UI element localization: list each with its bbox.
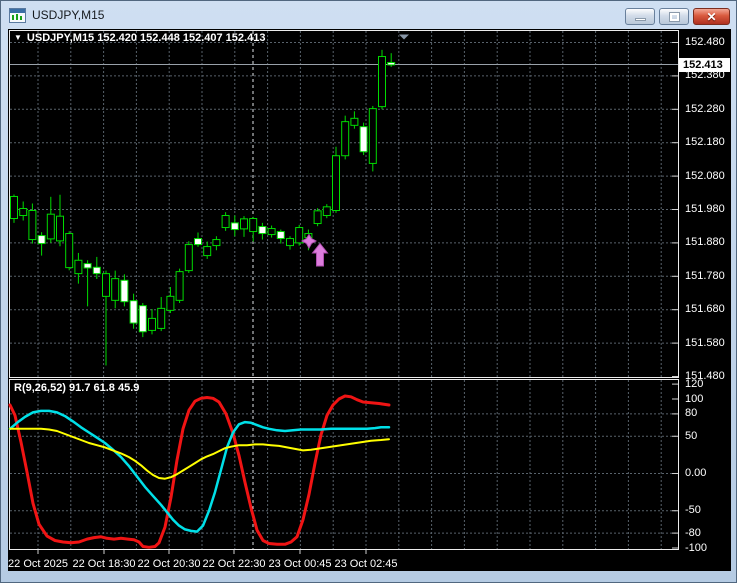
candle-body [258, 226, 267, 235]
close-button[interactable]: ✕ [693, 8, 730, 25]
candle-body [37, 235, 46, 245]
candle-body [267, 228, 276, 236]
buy-arrow-marker[interactable] [311, 242, 329, 267]
indicator-tick-label: 80 [685, 407, 698, 419]
price-tick-label: 151.980 [685, 203, 725, 215]
candle-body [295, 227, 304, 244]
time-tick-label: 22 Oct 2025 [8, 558, 68, 570]
candle-body [138, 305, 147, 333]
candle-body [92, 266, 101, 275]
window-titlebar[interactable]: USDJPY,M15 ✕ [1, 1, 736, 29]
current-price-label: 152.413 [679, 58, 730, 72]
restore-button[interactable] [659, 8, 689, 25]
mt4-chart-window: USDJPY,M15 ✕ ▼ USDJPY,M15 152.420 152.448… [0, 0, 737, 583]
indicator-tick-label: 50 [685, 430, 698, 442]
indicator-panel-border [9, 379, 679, 550]
candle-body [166, 295, 175, 311]
price-tick-label: 152.280 [685, 103, 725, 115]
time-tick-label: 22 Oct 18:30 [72, 558, 136, 570]
shift-marker-triangle [399, 34, 409, 40]
candle-body [148, 317, 156, 331]
close-icon: ✕ [706, 9, 717, 24]
candle-body [286, 238, 294, 247]
candle-body [194, 238, 202, 246]
candle-body [350, 117, 359, 126]
price-tick-label: 151.780 [685, 270, 725, 282]
candle-body [378, 56, 386, 108]
price-tick-label: 151.880 [685, 236, 725, 248]
star-marker[interactable] [300, 233, 318, 250]
candle-body [28, 210, 37, 241]
candle-body [46, 213, 55, 240]
candle-body [368, 108, 377, 164]
time-tick-label: 23 Oct 00:45 [268, 558, 332, 570]
candle-body [184, 244, 193, 272]
indicator-tick-label: 0.00 [685, 467, 707, 479]
candle-body [175, 271, 184, 301]
candle-body [111, 278, 120, 301]
candle-body [19, 207, 28, 217]
candle-body [230, 222, 239, 231]
candle-body [129, 300, 138, 324]
price-panel-border [9, 30, 679, 378]
indicator-tick-label: -100 [685, 542, 708, 554]
minimize-button[interactable] [625, 8, 655, 25]
price-and-indicator-plot[interactable] [8, 29, 731, 571]
candle-body [102, 273, 110, 297]
candle-body [322, 206, 331, 217]
candle-body [359, 126, 368, 153]
window-controls: ✕ [625, 8, 730, 25]
candle-body [387, 62, 396, 66]
price-tick-label: 152.080 [685, 170, 725, 182]
candle-body [341, 121, 350, 157]
candle-body [83, 263, 92, 269]
price-tick-label: 151.680 [685, 303, 725, 315]
chart-window-icon [9, 7, 26, 23]
restore-icon [668, 11, 680, 22]
candle-body [74, 259, 83, 275]
candle-body [332, 155, 340, 212]
indicator-tick-label: -50 [685, 504, 701, 516]
price-tick-label: 152.480 [685, 36, 725, 48]
indicator-line-R-mid [8, 409, 391, 533]
candle-body [203, 246, 212, 257]
price-tick-label: 152.180 [685, 136, 725, 148]
price-tick-label: 151.580 [685, 337, 725, 349]
candle-body [65, 233, 74, 269]
candle-body [276, 231, 285, 240]
chart-client-area[interactable]: ▼ USDJPY,M15 152.420 152.448 152.407 152.… [8, 29, 731, 571]
candle-body [313, 210, 322, 225]
candle-body [212, 239, 221, 247]
indicator-tick-label: -80 [685, 527, 701, 539]
time-tick-label: 22 Oct 22:30 [202, 558, 266, 570]
indicator-tick-label: 100 [685, 393, 704, 405]
candle-body [157, 307, 166, 329]
candle-body [221, 215, 230, 229]
candle-body [56, 215, 64, 242]
ohlc-header-text: USDJPY,M15 152.420 152.448 152.407 152.4… [26, 32, 266, 44]
time-tick-label: 23 Oct 02:45 [334, 558, 398, 570]
candle-body [10, 195, 18, 220]
ohlc-header: ▼ USDJPY,M15 152.420 152.448 152.407 152.… [14, 32, 265, 44]
minimize-icon [634, 18, 646, 21]
collapse-chevron-icon[interactable]: ▼ [14, 33, 22, 42]
indicator-tick-label: 120 [685, 378, 704, 390]
indicator-name-label: R(9,26,52) 91.7 61.8 45.9 [14, 382, 140, 394]
window-title: USDJPY,M15 [32, 8, 105, 22]
candle-body [249, 218, 258, 233]
time-tick-label: 22 Oct 20:30 [137, 558, 201, 570]
candle-body [120, 279, 129, 303]
candle-body [240, 218, 248, 230]
